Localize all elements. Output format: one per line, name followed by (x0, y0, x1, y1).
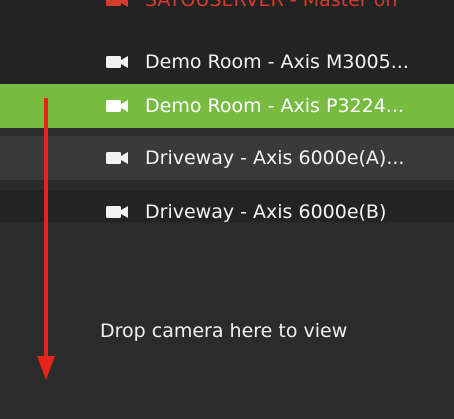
list-item-server[interactable]: SATOUSERVER - Master on (0, 0, 454, 22)
list-item-label: Driveway - Axis 6000e(A)... (145, 147, 405, 169)
row-divider (0, 180, 454, 190)
list-item-camera[interactable]: Driveway - Axis 6000e(B) (0, 190, 454, 222)
camera-viewer: SATOUSERVER - Master on Demo Room - Axis… (0, 0, 454, 419)
list-item-label: SATOUSERVER - Master on (145, 0, 398, 11)
list-item-camera[interactable]: Driveway - Axis 6000e(A)... (0, 136, 454, 180)
server-icon (106, 0, 128, 7)
list-item-label: Driveway - Axis 6000e(B) (145, 201, 387, 222)
list-item-camera-selected[interactable]: Demo Room - Axis P3224... (0, 84, 454, 128)
camera-icon (106, 151, 128, 165)
list-item-label: Demo Room - Axis P3224... (145, 95, 404, 117)
camera-icon (106, 205, 128, 219)
camera-icon (106, 55, 128, 69)
down-arrow-icon (36, 98, 56, 382)
camera-list: SATOUSERVER - Master on Demo Room - Axis… (0, 0, 454, 222)
drop-zone-label: Drop camera here to view (100, 320, 348, 342)
list-item-label: Demo Room - Axis M3005... (145, 51, 409, 73)
camera-icon (106, 99, 128, 113)
row-divider (0, 128, 454, 136)
list-item-camera[interactable]: Demo Room - Axis M3005... (0, 40, 454, 84)
